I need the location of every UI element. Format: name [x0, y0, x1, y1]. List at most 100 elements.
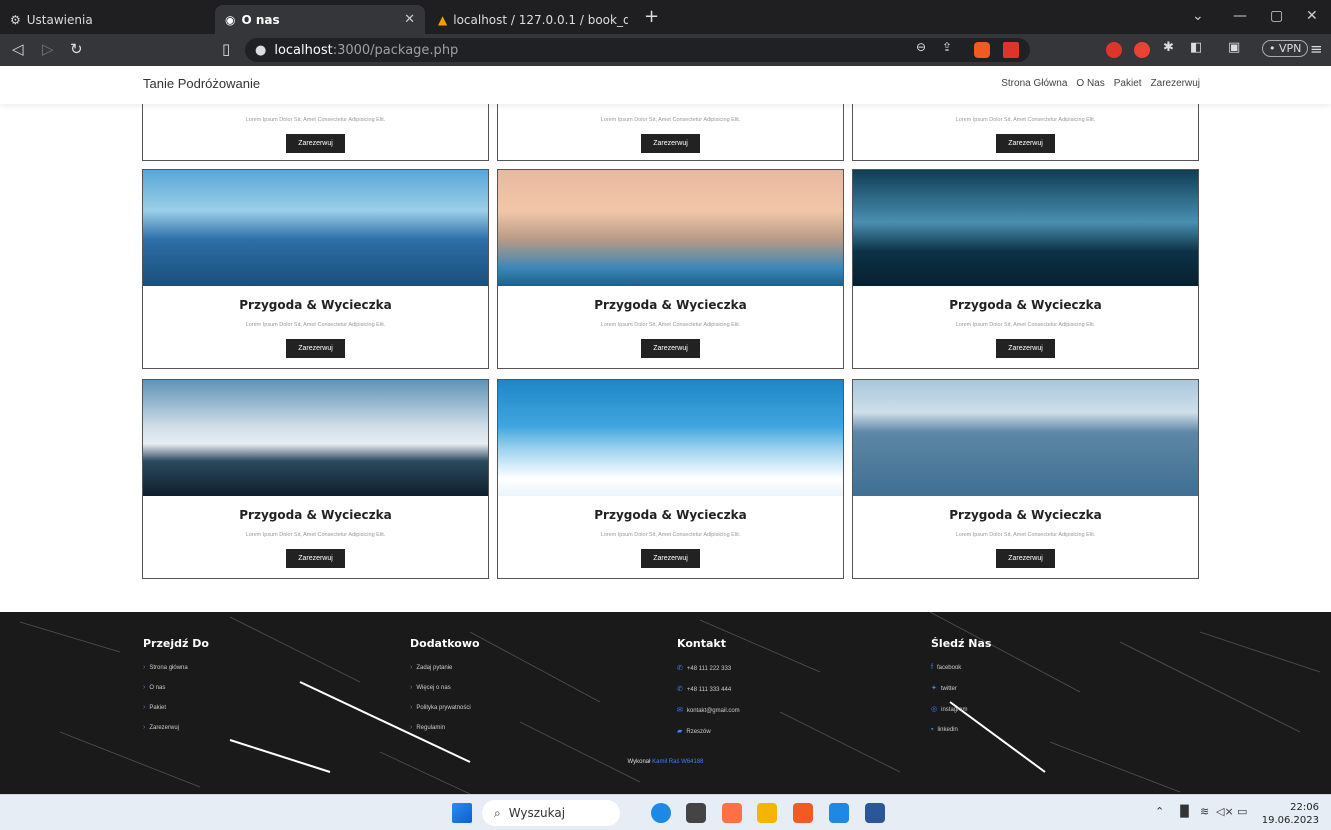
footer-contact-item[interactable]: ✆ +48 111 222 333 — [677, 664, 740, 672]
clock-time: 22:06 — [1290, 802, 1319, 813]
nav-package[interactable]: Pakiet — [1114, 78, 1142, 89]
tab-about[interactable]: ◉ O nas ✕ — [215, 5, 425, 34]
sidebar-icon[interactable]: ◧ — [1190, 40, 1202, 55]
close-icon[interactable]: ✕ — [404, 12, 415, 27]
close-window-icon[interactable]: ✕ — [1306, 8, 1318, 24]
linkedin-icon: ▪ — [931, 726, 934, 733]
app-tray-icon[interactable]: ▐▌ — [1176, 805, 1193, 818]
footer-link[interactable]: › Strona główna — [143, 664, 209, 671]
phpmyadmin-icon: ▲ — [438, 12, 448, 27]
footer-heading: Dodatkowo — [410, 637, 480, 650]
footer-col-social: Śledź Nas f facebook ✦ twitter ◎ instagram … — [931, 637, 991, 746]
url-host: localhost — [274, 42, 333, 58]
store-icon[interactable] — [722, 803, 742, 823]
bing-icon[interactable] — [651, 803, 671, 823]
site-footer: Przejdź Do › Strona główna › O nas › Pakiet… — [0, 612, 1331, 794]
task-view-icon[interactable] — [686, 803, 706, 823]
footer-contact-item[interactable]: ✉ kontakt@gmail.com — [677, 706, 740, 714]
footer-link[interactable]: › Polityka prywatności — [410, 704, 480, 711]
footer-link[interactable]: › O nas — [143, 684, 209, 691]
brave-shield-icon[interactable] — [974, 42, 990, 58]
page-viewport: Tanie Podróżowanie Strona Główna O Nas P… — [0, 66, 1331, 794]
footer-contact-item[interactable]: ✆ +48 111 333 444 — [677, 685, 740, 693]
adblock-icon[interactable] — [1106, 42, 1122, 58]
card-description: Lorem Ipsum Dolor Sit, Amet Consectetur … — [955, 322, 1096, 328]
footer-social-link[interactable]: ◎ instagram — [931, 705, 991, 713]
card-description: Lorem Ipsum Dolor Sit, Amet Consectetur … — [955, 117, 1096, 123]
footer-social-link[interactable]: ▪ linkedin — [931, 726, 991, 733]
footer-contact-item[interactable]: ▰ Rzeszów — [677, 727, 740, 735]
nav-home[interactable]: Strona Główna — [1001, 78, 1067, 89]
tab-phpmyadmin[interactable]: ▲ localhost / 127.0.0.1 / book_db / book — [428, 5, 638, 34]
book-button[interactable]: Zarezerwuj — [996, 339, 1055, 358]
chevron-up-icon[interactable]: ⌃ — [1155, 805, 1164, 818]
forward-icon[interactable]: ▷ — [42, 40, 54, 58]
minimize-icon[interactable]: — — [1233, 8, 1247, 24]
footer-social-link[interactable]: ✦ twitter — [931, 684, 991, 692]
map-icon: ▰ — [677, 728, 683, 735]
package-card: Przygoda & Wycieczka Lorem Ipsum Dolor S… — [142, 379, 489, 579]
tab-settings[interactable]: ⚙ Ustawienia — [0, 5, 210, 34]
restore-icon[interactable]: ▢ — [1270, 8, 1283, 24]
vscode-icon[interactable] — [829, 803, 849, 823]
wallet-icon[interactable]: ▣ — [1228, 40, 1240, 55]
card-image — [143, 170, 488, 286]
brave-rewards-icon[interactable] — [1003, 42, 1019, 58]
windows-start-icon[interactable] — [452, 803, 472, 823]
book-button[interactable]: Zarezerwuj — [996, 549, 1055, 568]
footer-social-link[interactable]: f facebook — [931, 664, 991, 671]
card-title: Przygoda & Wycieczka — [949, 508, 1102, 522]
gear-icon: ⚙ — [10, 12, 21, 27]
package-card: Przygoda & Wycieczka Lorem Ipsum Dolor S… — [497, 379, 844, 579]
new-tab-button[interactable]: + — [644, 6, 659, 27]
book-button[interactable]: Zarezerwuj — [641, 134, 700, 153]
clock[interactable]: 22:06 19.06.2023 — [1262, 801, 1319, 827]
word-icon[interactable] — [865, 803, 885, 823]
reload-icon[interactable]: ↻ — [70, 40, 83, 58]
credit-author[interactable]: Kamil Raś W64188 — [652, 759, 703, 765]
instagram-icon: ◎ — [931, 706, 938, 713]
wifi-icon[interactable]: ≋ — [1200, 805, 1209, 818]
taskbar-search[interactable]: ⌕ Wyszukaj — [482, 800, 620, 826]
package-card: Przygoda & Wycieczka Lorem Ipsum Dolor S… — [852, 379, 1199, 579]
book-button[interactable]: Zarezerwuj — [641, 339, 700, 358]
chevron-down-icon[interactable]: ⌄ — [1192, 8, 1204, 24]
zoom-icon[interactable]: ⊖ — [916, 40, 926, 54]
file-explorer-icon[interactable] — [757, 803, 777, 823]
footer-link[interactable]: › Pakiet — [143, 704, 209, 711]
bookmark-icon[interactable]: ▯ — [222, 40, 230, 58]
card-description: Lorem Ipsum Dolor Sit, Amet Consectetur … — [955, 532, 1096, 538]
book-button[interactable]: Zarezerwuj — [286, 549, 345, 568]
book-button[interactable]: Zarezerwuj — [641, 549, 700, 568]
battery-icon[interactable]: ▭ — [1237, 805, 1247, 818]
speaker-icon[interactable]: ◁× — [1216, 805, 1234, 818]
chevron-right-icon: › — [143, 724, 146, 731]
site-brand[interactable]: Tanie Podróżowanie — [143, 76, 260, 91]
nav-book[interactable]: Zarezerwuj — [1151, 78, 1200, 89]
share-icon[interactable]: ⇪ — [942, 40, 952, 54]
footer-link[interactable]: › Regulamin — [410, 724, 480, 731]
info-icon: ● — [255, 42, 267, 58]
brave-browser-icon[interactable] — [793, 803, 813, 823]
menu-icon[interactable]: ≡ — [1310, 40, 1323, 58]
browser-toolbar: ◁ ▷ ↻ ▯ ● localhost:3000/package.php ⊖ ⇪… — [0, 34, 1331, 66]
tab-label: O nas — [241, 12, 280, 27]
book-button[interactable]: Zarezerwuj — [996, 134, 1055, 153]
footer-col-navigate: Przejdź Do › Strona główna › O nas › Pakiet… — [143, 637, 209, 744]
footer-link[interactable]: › Więcej o nas — [410, 684, 480, 691]
nav-about[interactable]: O Nas — [1076, 78, 1104, 89]
card-description: Lorem Ipsum Dolor Sit, Amet Consectetur … — [600, 322, 741, 328]
footer-link[interactable]: › Zarezerwuj — [143, 724, 209, 731]
facebook-icon: f — [931, 664, 933, 671]
book-button[interactable]: Zarezerwuj — [286, 134, 345, 153]
extension-icon[interactable] — [1134, 42, 1150, 58]
book-button[interactable]: Zarezerwuj — [286, 339, 345, 358]
puzzle-icon[interactable]: ✱ — [1163, 40, 1174, 55]
address-bar[interactable]: ● localhost:3000/package.php — [245, 38, 1030, 62]
footer-link[interactable]: › Zadaj pytanie — [410, 664, 480, 671]
phone-icon: ✆ — [677, 665, 683, 672]
back-icon[interactable]: ◁ — [12, 40, 24, 58]
tab-label: localhost / 127.0.0.1 / book_db / book — [453, 12, 628, 27]
tab-label: Ustawienia — [26, 12, 93, 27]
vpn-button[interactable]: • VPN — [1262, 40, 1309, 57]
